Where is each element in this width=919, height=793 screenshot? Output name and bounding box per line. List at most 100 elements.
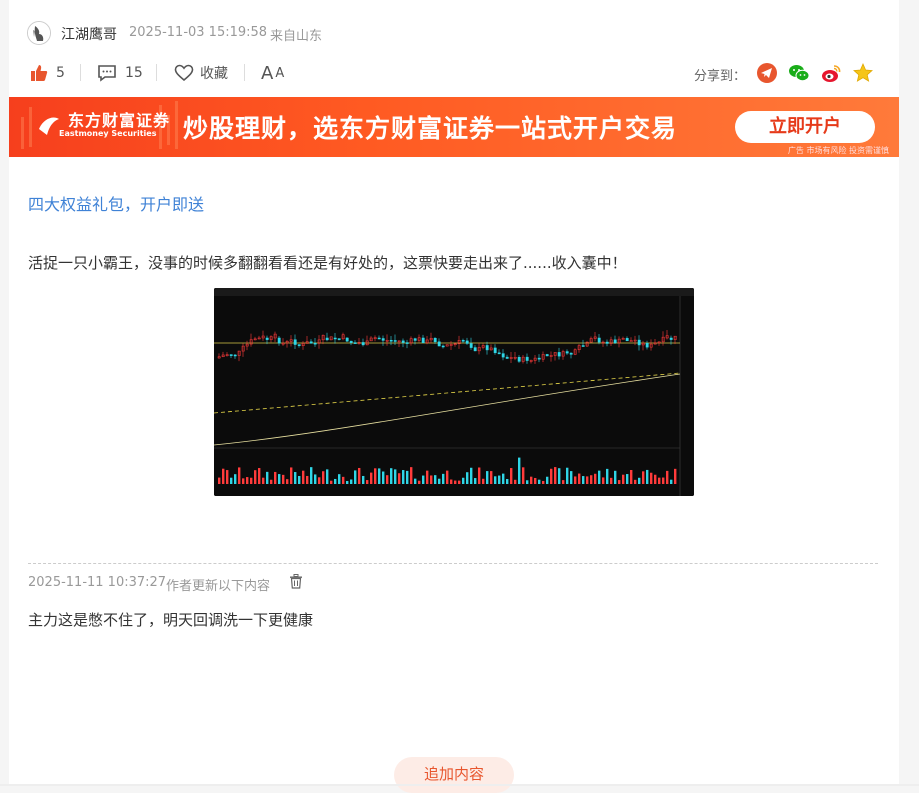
volume-bar — [518, 457, 521, 484]
volume-bar — [270, 479, 273, 484]
candle-body — [605, 341, 609, 344]
favorite-button[interactable]: 收藏 — [174, 60, 228, 86]
volume-bar — [242, 478, 245, 484]
volume-bar — [610, 477, 613, 484]
stock-chart-image[interactable] — [214, 288, 694, 496]
candle-body — [361, 342, 365, 346]
candle-body — [465, 340, 469, 344]
candle-body — [229, 354, 233, 356]
post-body: 活捉一只小霸王，没事的时候多翻翻看看还是有好处的，这票快要走出来了......收… — [28, 254, 627, 272]
volume-bar — [374, 468, 377, 484]
promo-link[interactable]: 四大权益礼包，开户即送 — [28, 191, 204, 215]
volume-bar — [274, 471, 277, 484]
update-label: 作者更新以下内容 — [166, 579, 271, 594]
avatar[interactable] — [27, 21, 51, 45]
post-location: 来自山东 — [270, 29, 323, 44]
volume-bar — [366, 480, 369, 484]
volume-bar — [570, 471, 573, 484]
candle-body — [461, 340, 465, 342]
volume-bar — [534, 477, 537, 484]
trash-icon[interactable] — [289, 574, 303, 589]
share-weibo-icon[interactable] — [820, 62, 842, 84]
candle-body — [613, 339, 617, 344]
like-button[interactable]: 5 — [30, 60, 65, 86]
thumbs-up-icon — [31, 65, 48, 81]
volume-bar — [298, 475, 301, 484]
comment-button[interactable]: 15 — [97, 60, 143, 86]
eagle-avatar-icon — [28, 22, 50, 44]
candle-body — [645, 342, 649, 348]
volume-bar — [630, 469, 633, 484]
volume-bar — [502, 473, 505, 484]
share-telegram-icon[interactable] — [756, 62, 778, 84]
font-size-button[interactable]: A A — [261, 60, 284, 86]
comment-icon — [98, 65, 116, 82]
share-favorite-star-icon[interactable] — [852, 62, 874, 84]
candle-body — [517, 356, 521, 362]
ad-disclaimer: 广告 市场有风险 投资需谨慎 — [787, 146, 889, 155]
candle-body — [389, 339, 393, 342]
candle-body — [353, 342, 357, 344]
candle-body — [581, 345, 585, 347]
volume-bar — [458, 480, 461, 484]
volume-bar — [342, 476, 345, 484]
volume-bar — [378, 468, 381, 484]
volume-bar — [494, 476, 497, 484]
volume-bar — [614, 470, 617, 484]
volume-bar — [302, 470, 305, 484]
volume-bar — [482, 478, 485, 484]
volume-bar — [498, 475, 501, 484]
volume-bar — [554, 467, 557, 484]
volume-bar — [526, 480, 529, 484]
candle-body — [233, 354, 237, 357]
candle-body — [349, 340, 353, 343]
volume-bar — [566, 467, 569, 484]
share-wechat-icon[interactable] — [788, 62, 810, 84]
divider — [244, 64, 245, 81]
candle-body — [441, 345, 445, 348]
volume-bar — [294, 472, 297, 484]
candle-body — [345, 337, 349, 342]
volume-bar — [250, 477, 253, 484]
open-account-button[interactable]: 立即开户 — [735, 111, 875, 143]
candle-body — [473, 347, 477, 352]
volume-bar — [562, 480, 565, 484]
volume-bar — [446, 470, 449, 484]
volume-bar — [626, 474, 629, 484]
candle-body — [625, 338, 629, 342]
volume-bar — [322, 471, 325, 484]
volume-bar — [382, 471, 385, 484]
volume-bar — [430, 475, 433, 484]
volume-bar — [602, 477, 605, 484]
volume-bar — [474, 478, 477, 484]
author-name[interactable]: 江湖鹰哥 — [61, 24, 117, 44]
volume-bar — [510, 468, 513, 484]
favorite-label: 收藏 — [200, 66, 228, 82]
volume-bar — [314, 474, 317, 484]
candle-body — [405, 342, 409, 344]
candle-body — [413, 338, 417, 341]
volume-bar — [330, 480, 333, 484]
volume-bar — [282, 474, 285, 484]
volume-bar — [290, 467, 293, 484]
volume-bar — [350, 479, 353, 484]
candle-body — [337, 338, 341, 340]
volume-bar — [262, 477, 265, 484]
font-size-large: A — [261, 62, 274, 84]
volume-bar — [466, 472, 469, 484]
add-content-button[interactable]: 追加内容 — [394, 757, 514, 793]
heart-icon — [174, 64, 194, 82]
volume-bar — [230, 477, 233, 484]
volume-bar — [354, 470, 357, 484]
volume-bar — [674, 468, 677, 484]
volume-bar — [370, 472, 373, 484]
candle-body — [505, 356, 509, 359]
volume-bar — [654, 474, 657, 484]
candle-body — [333, 337, 337, 340]
divider — [80, 64, 81, 81]
volume-bar — [506, 479, 509, 484]
volume-bar — [234, 474, 237, 484]
ad-banner[interactable]: 东方财富证券 Eastmoney Securities 炒股理财，选东方财富证券… — [9, 97, 899, 157]
candle-body — [437, 341, 441, 347]
volume-bar — [490, 471, 493, 484]
